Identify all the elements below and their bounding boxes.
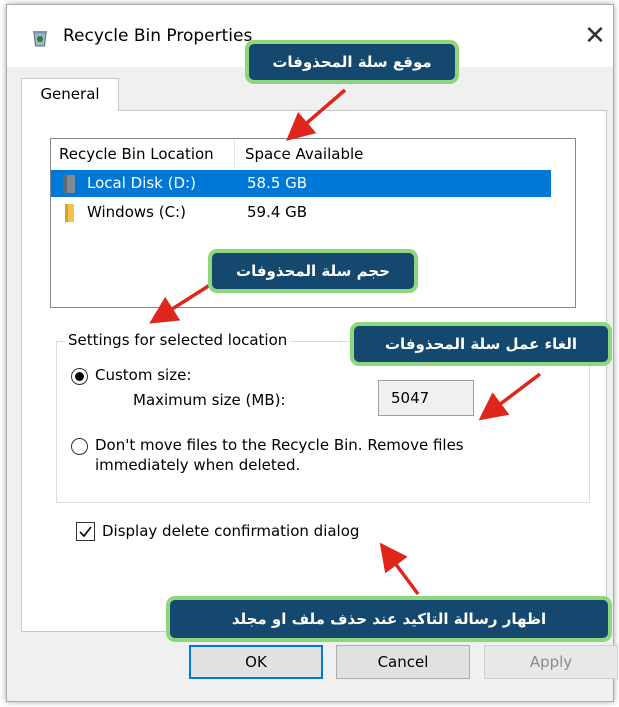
annotation-confirm: اظهار رسالة التاكيد عند حذف ملف او مجلد	[166, 596, 612, 642]
arrow-disable	[478, 372, 542, 421]
arrow-size	[149, 283, 211, 324]
arrow-location	[286, 88, 347, 141]
annotation-size: حجم سلة المحذوفات	[208, 249, 418, 293]
arrow-confirm	[379, 542, 420, 596]
annotation-disable: الغاء عمل سلة المحذوفات	[350, 322, 612, 366]
annotation-location: موقع سلة المحذوفات	[245, 40, 459, 84]
